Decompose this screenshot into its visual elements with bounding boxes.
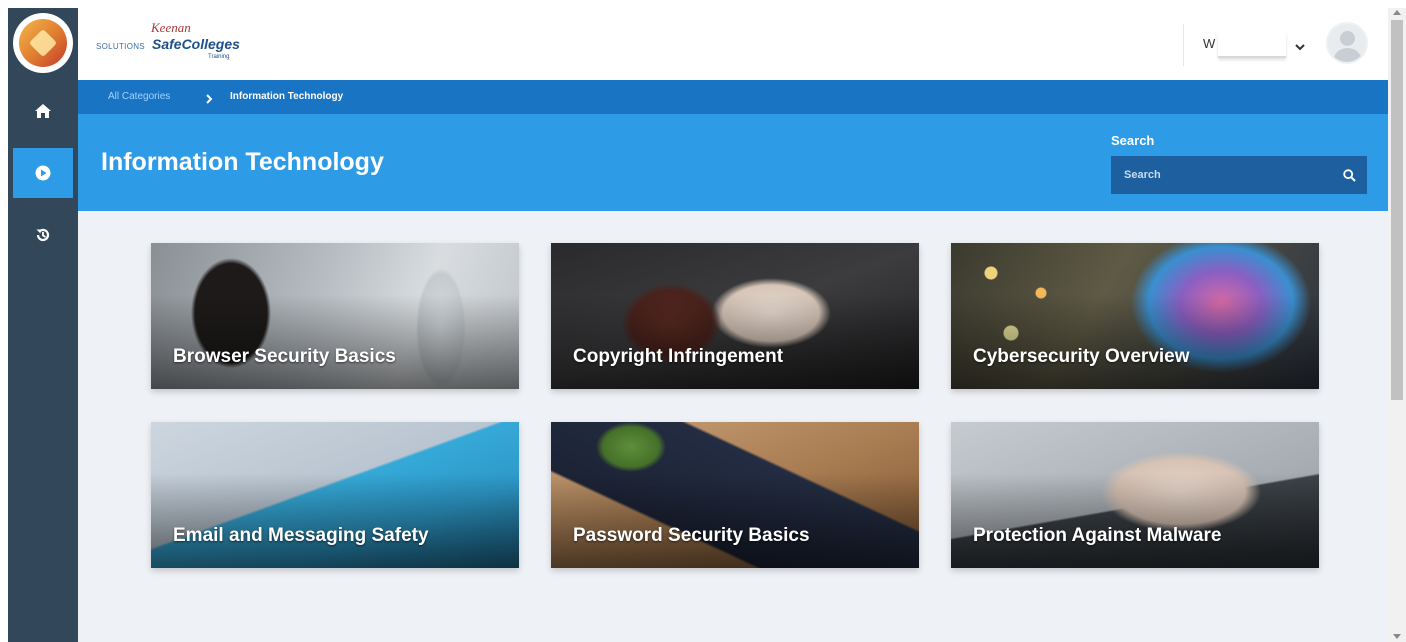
user-avatar[interactable] — [1326, 22, 1368, 64]
search-input[interactable] — [1111, 156, 1331, 194]
search-button[interactable] — [1331, 156, 1367, 194]
play-circle-icon — [35, 165, 51, 181]
course-card-copyright-infringement[interactable]: Copyright Infringement — [551, 243, 919, 389]
page-title: Information Technology — [101, 148, 384, 176]
brand-subtitle: Training — [208, 54, 230, 60]
scrollbar-thumb[interactable] — [1391, 20, 1403, 400]
category-header: Information Technology Search — [78, 114, 1388, 211]
page-scrollbar[interactable] — [1388, 8, 1406, 642]
breadcrumb: All Categories Information Technology — [78, 80, 1388, 114]
brand-script-text: Keenan — [151, 20, 191, 35]
top-header: SOLUTIONS Keenan SafeColleges Training W — [78, 8, 1388, 80]
sidebar-item-history[interactable] — [8, 210, 78, 260]
breadcrumb-current: Information Technology — [230, 91, 344, 102]
sidebar — [8, 8, 78, 642]
breadcrumb-separator-icon — [205, 91, 213, 109]
breadcrumb-link-all-categories[interactable]: All Categories — [108, 91, 170, 102]
chevron-down-icon — [1295, 44, 1305, 51]
course-card-password-security-basics[interactable]: Password Security Basics — [551, 422, 919, 568]
scroll-down-icon[interactable] — [1393, 634, 1401, 639]
course-card-cybersecurity-overview[interactable]: Cybersecurity Overview — [951, 243, 1319, 389]
sidebar-item-courses[interactable] — [13, 148, 73, 198]
app-window: SOLUTIONS Keenan SafeColleges Training W… — [0, 0, 1406, 642]
course-title: Browser Security Basics — [173, 346, 396, 367]
scroll-up-icon[interactable] — [1393, 10, 1401, 15]
search-box — [1111, 156, 1367, 194]
user-name-redaction — [1218, 32, 1286, 58]
history-icon — [36, 228, 50, 242]
partner-logo-text: SOLUTIONS — [96, 42, 145, 51]
course-card-protection-against-malware[interactable]: Protection Against Malware — [951, 422, 1319, 568]
course-grid: Browser Security Basics Copyright Infrin… — [78, 211, 1388, 642]
logo-emblem-icon — [19, 19, 67, 67]
course-title: Copyright Infringement — [573, 346, 784, 367]
course-card-email-messaging-safety[interactable]: Email and Messaging Safety — [151, 422, 519, 568]
sidebar-item-home[interactable] — [8, 86, 78, 136]
course-title: Cybersecurity Overview — [973, 346, 1190, 367]
user-name[interactable]: W — [1203, 36, 1215, 51]
brand-name: SafeColleges — [152, 36, 240, 52]
course-card-browser-security-basics[interactable]: Browser Security Basics — [151, 243, 519, 389]
app-logo[interactable] — [13, 13, 73, 73]
course-title: Email and Messaging Safety — [173, 525, 429, 546]
search-label: Search — [1111, 133, 1155, 148]
user-menu-divider — [1183, 24, 1184, 66]
course-title: Password Security Basics — [573, 525, 810, 546]
search-icon — [1342, 168, 1356, 182]
home-icon — [35, 104, 51, 118]
user-menu-toggle[interactable] — [1295, 38, 1305, 56]
course-title: Protection Against Malware — [973, 525, 1222, 546]
